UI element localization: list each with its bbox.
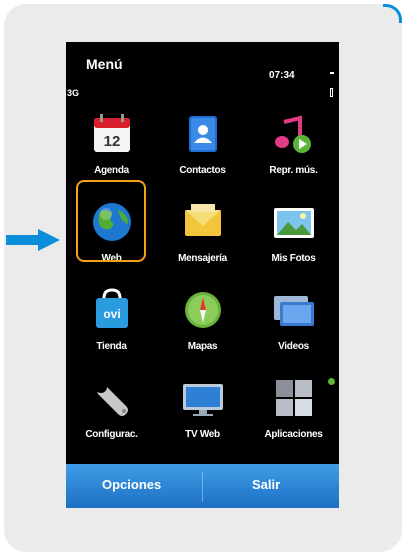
exit-button[interactable]: Salir [252,477,280,492]
app-contactos[interactable]: Contactos [157,106,248,194]
app-mensajeria[interactable]: Mensajería [157,194,248,282]
app-videos[interactable]: Videos [248,282,339,370]
app-mapas[interactable]: Mapas [157,282,248,370]
videos-icon [274,296,314,326]
softkey-divider [202,472,203,502]
app-label: Mis Fotos [271,253,316,264]
page-title: Menú [86,56,123,72]
phone-screen: Menú 3G 07:34 12 Agenda Contactos Repr. … [66,42,339,508]
app-tv-web[interactable]: TV Web [157,370,248,458]
tv-web-icon [183,384,223,416]
app-music[interactable]: Repr. mús. [248,106,339,194]
calendar-icon: 12 [94,114,130,152]
app-label: Mensajería [178,253,227,264]
applications-icon [276,380,312,416]
app-label: Contactos [179,165,226,176]
signal-icon [330,72,334,74]
app-label: Aplicaciones [264,429,323,440]
app-label: Tienda [96,341,127,352]
settings-wrench-icon [95,381,128,416]
app-tienda[interactable]: ovi Tienda [66,282,157,370]
battery-icon [330,88,333,97]
options-button[interactable]: Opciones [102,477,161,492]
app-label: Videos [278,341,309,352]
network-indicator: 3G [67,88,80,98]
app-label: Agenda [94,165,129,176]
selection-highlight [76,180,146,262]
scroll-indicator [328,378,335,385]
pointer-arrow-icon [6,229,60,251]
maps-icon [185,292,221,328]
app-label: TV Web [185,429,220,440]
contacts-icon [189,116,217,152]
app-label: Repr. mús. [269,165,318,176]
photos-icon [274,208,314,238]
svg-text:12: 12 [104,133,121,150]
clock: 07:34 [269,70,295,81]
music-player-icon [275,115,311,153]
corner-accent [383,4,402,23]
app-label: Mapas [187,341,218,352]
ovi-store-icon: ovi [96,288,128,328]
app-fotos[interactable]: Mis Fotos [248,194,339,282]
svg-text:ovi: ovi [103,307,120,321]
app-aplicaciones[interactable]: Aplicaciones [248,370,339,458]
app-configuracion[interactable]: Configurac. [66,370,157,458]
messaging-icon [185,204,221,236]
app-label: Configurac. [85,429,138,440]
status-bar: Menú 3G 07:34 [66,42,339,102]
softkey-bar: Opciones Salir [66,464,339,508]
